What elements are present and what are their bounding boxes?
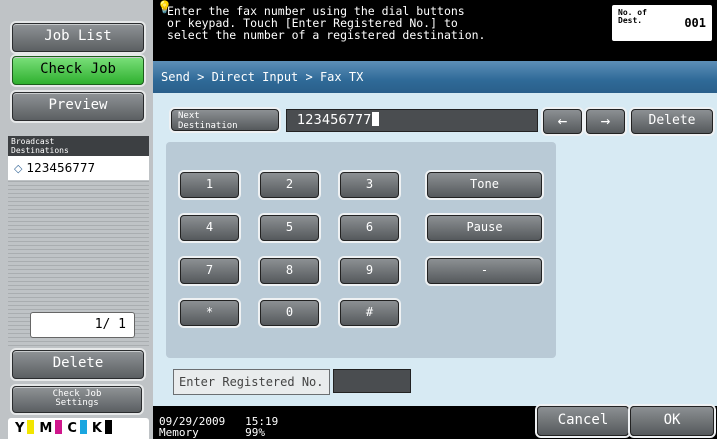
delete-destination-button[interactable]: Delete xyxy=(12,350,144,379)
toner-yellow-label: Y xyxy=(15,421,26,436)
tone-button[interactable]: Tone xyxy=(427,172,542,198)
num-dest-value: 001 xyxy=(684,16,706,30)
broadcast-destinations-header: Broadcast Destinations xyxy=(8,136,149,156)
num-dest-label-line2: Dest. xyxy=(618,16,643,25)
key-8[interactable]: 8 xyxy=(260,258,319,284)
cursor-right-button[interactable]: → xyxy=(586,109,625,134)
key-2[interactable]: 2 xyxy=(260,172,319,198)
page-indicator: 1/ 1 xyxy=(30,312,135,338)
toner-cyan-bar xyxy=(79,420,87,434)
broadcast-header-line2: Destinations xyxy=(11,146,69,155)
key-4[interactable]: 4 xyxy=(180,215,239,241)
fax-destination-icon: ◇ xyxy=(14,162,23,175)
enter-registered-no-button[interactable]: Enter Registered No. xyxy=(173,369,330,395)
message-line-3: select the number of a registered destin… xyxy=(167,28,486,42)
text-cursor xyxy=(372,112,380,126)
toner-black-bar xyxy=(104,420,112,434)
toner-yellow-bar xyxy=(27,420,35,434)
broadcast-header-line1: Broadcast xyxy=(11,137,55,146)
number-of-destinations: No. of Dest. 001 xyxy=(612,5,712,41)
key-hash[interactable]: # xyxy=(340,300,399,326)
memory-value: 99% xyxy=(245,426,265,439)
date-time-memory: 09/29/2009 15:19 Memory 99% xyxy=(159,416,278,438)
toner-levels: YMCK xyxy=(8,418,149,439)
breadcrumb: Send > Direct Input > Fax TX xyxy=(153,61,717,93)
fax-number-input[interactable]: 123456777 xyxy=(286,109,538,132)
delete-button[interactable]: Delete xyxy=(631,109,713,134)
pause-button[interactable]: Pause xyxy=(427,215,542,241)
cursor-left-button[interactable]: ← xyxy=(543,109,582,134)
toner-magenta-bar xyxy=(55,420,63,434)
check-job-settings-button[interactable]: Check Job Settings xyxy=(12,386,142,413)
next-destination-line1: Next xyxy=(178,111,200,121)
toner-black-label: K xyxy=(91,421,103,436)
cancel-button[interactable]: Cancel xyxy=(537,406,629,436)
key-5[interactable]: 5 xyxy=(260,215,319,241)
arrow-right-icon: → xyxy=(600,111,611,130)
toner-magenta-label: M xyxy=(39,421,54,436)
arrow-left-icon: ← xyxy=(557,111,568,130)
key-0[interactable]: 0 xyxy=(260,300,319,326)
dash-button[interactable]: - xyxy=(427,258,542,284)
fax-number-value: 123456777 xyxy=(297,113,372,128)
destination-list-item[interactable]: ◇ 123456777 xyxy=(8,156,149,180)
job-list-button[interactable]: Job List xyxy=(12,23,144,52)
ok-button[interactable]: OK xyxy=(630,406,714,436)
key-star[interactable]: * xyxy=(180,300,239,326)
next-destination-line2: Destination xyxy=(178,121,238,131)
key-7[interactable]: 7 xyxy=(180,258,239,284)
check-job-settings-line2: Settings xyxy=(55,398,99,408)
next-destination-button[interactable]: Next Destination xyxy=(171,109,279,131)
destination-number: 123456777 xyxy=(26,161,96,175)
key-3[interactable]: 3 xyxy=(340,172,399,198)
preview-button[interactable]: Preview xyxy=(12,92,144,121)
registered-no-field[interactable] xyxy=(333,369,411,393)
key-6[interactable]: 6 xyxy=(340,215,399,241)
key-9[interactable]: 9 xyxy=(340,258,399,284)
key-1[interactable]: 1 xyxy=(180,172,239,198)
left-sidebar: Job List Check Job Preview Broadcast Des… xyxy=(0,0,153,439)
memory-label: Memory xyxy=(159,426,199,439)
check-job-button[interactable]: Check Job xyxy=(12,56,144,85)
toner-cyan-label: C xyxy=(67,421,78,436)
